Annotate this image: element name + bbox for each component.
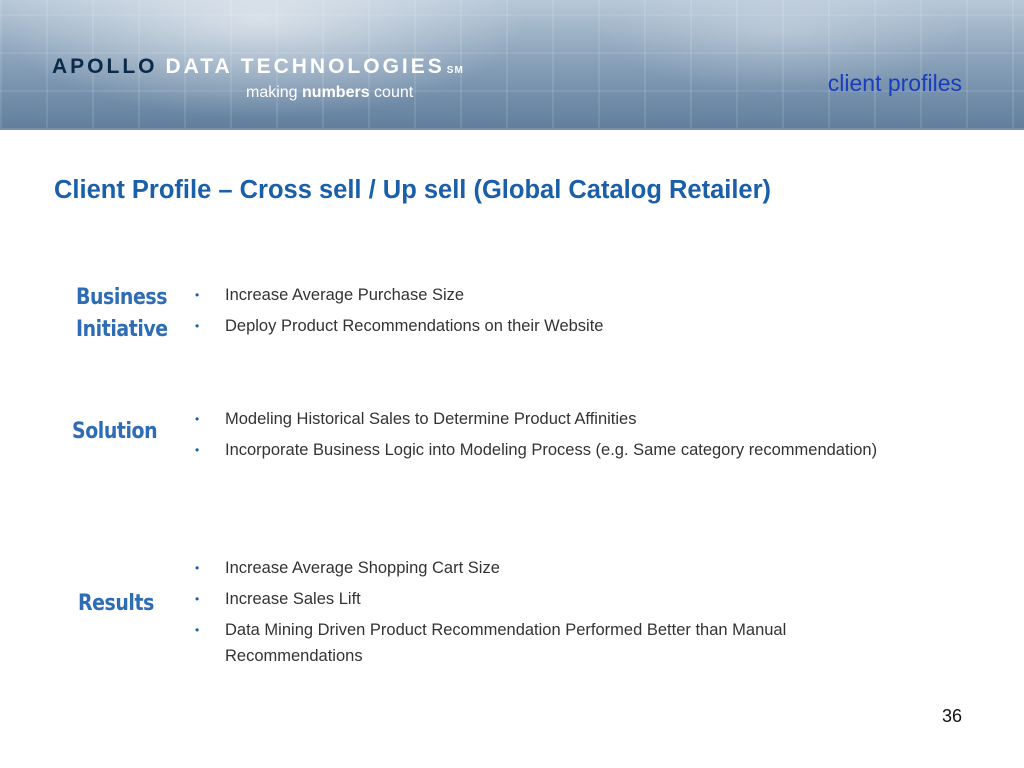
tagline-pre: making <box>246 84 303 101</box>
slide-title: Client Profile – Cross sell / Up sell (G… <box>54 176 772 204</box>
heading-line: Solution <box>72 419 158 444</box>
list-item: • Increase Sales Lift <box>190 586 890 612</box>
logo-apollo-text: APOLLO <box>52 55 158 78</box>
list-item-text: Increase Average Shopping Cart Size <box>225 559 500 577</box>
section-label: client profiles <box>827 70 962 96</box>
slide: APOLLO DATA TECHNOLOGIES SM making numbers… <box>0 0 1024 768</box>
tagline-post: count <box>369 84 414 101</box>
list-item-text: Incorporate Business Logic into Modeling… <box>225 441 878 459</box>
list-item-text: Deploy Product Recommendations on their … <box>225 317 604 335</box>
heading-line: Initiative <box>76 317 168 342</box>
list-item: • Increase Average Shopping Cart Size <box>190 555 890 581</box>
bullet-icon: • <box>195 592 200 606</box>
logo-sm-mark: SM <box>446 65 464 76</box>
company-logo: APOLLO DATA TECHNOLOGIES SM <box>52 55 464 79</box>
business-initiative-heading: Business Initiative <box>76 282 168 346</box>
bullet-icon: • <box>195 623 200 637</box>
tagline-bold: numbers <box>302 84 370 101</box>
results-list: • Increase Average Shopping Cart Size • In… <box>190 555 890 674</box>
list-item-text: Data Mining Driven Product Recommendatio… <box>225 621 787 665</box>
header-banner: APOLLO DATA TECHNOLOGIES SM making numbers… <box>0 0 1024 130</box>
bullet-icon: • <box>195 561 200 575</box>
bullet-icon: • <box>195 412 200 426</box>
results-heading: Results <box>78 588 154 620</box>
business-initiative-list: • Increase Average Purchase Size • Deploy … <box>190 282 890 344</box>
list-item: • Increase Average Purchase Size <box>190 282 890 308</box>
heading-line: Business <box>76 285 168 310</box>
bullet-icon: • <box>195 443 200 457</box>
list-item: • Incorporate Business Logic into Modelin… <box>190 437 890 463</box>
list-item-text: Increase Sales Lift <box>225 590 361 608</box>
list-item: • Deploy Product Recommendations on their… <box>190 313 890 339</box>
solution-list: • Modeling Historical Sales to Determine … <box>190 406 890 468</box>
list-item: • Data Mining Driven Product Recommendati… <box>190 617 890 669</box>
list-item: • Modeling Historical Sales to Determine … <box>190 406 890 432</box>
banner-divider <box>0 128 1024 130</box>
logo-data-technologies-text: DATA TECHNOLOGIES <box>165 55 445 78</box>
bullet-icon: • <box>195 319 200 333</box>
list-item-text: Increase Average Purchase Size <box>225 286 465 304</box>
list-item-text: Modeling Historical Sales to Determine P… <box>225 410 637 428</box>
page-number: 36 <box>941 706 962 726</box>
heading-line: Results <box>78 591 154 616</box>
bullet-icon: • <box>195 288 200 302</box>
solution-heading: Solution <box>72 416 158 448</box>
company-tagline: making numbers count <box>246 84 413 102</box>
